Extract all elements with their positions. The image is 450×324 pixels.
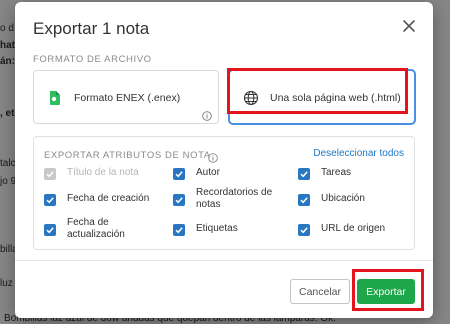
checkbox[interactable] — [298, 168, 310, 180]
format-option-html[interactable]: Una sola página web (.html) — [229, 70, 415, 124]
checkbox-label: URL de origen — [321, 223, 386, 234]
close-icon[interactable] — [399, 16, 419, 36]
attr-tasks[interactable]: Tareas — [298, 167, 351, 180]
attr-reminders[interactable]: Recordatorios de notas — [173, 187, 272, 211]
deselect-all-link[interactable]: Deseleccionar todos — [313, 148, 404, 159]
info-icon[interactable] — [202, 108, 212, 121]
checkbox-label: Fecha de creación — [67, 193, 150, 204]
attr-note-title: Título de la nota — [44, 167, 139, 180]
checkbox-label: Recordatorios de notas — [196, 187, 273, 210]
checkbox[interactable] — [298, 224, 310, 236]
file-format-section-label: FORMATO DE ARCHIVO — [33, 54, 152, 65]
note-attributes-panel: EXPORTAR ATRIBUTOS DE NOTA Deseleccionar… — [33, 136, 415, 250]
info-icon[interactable] — [208, 150, 218, 163]
checkbox[interactable] — [173, 194, 185, 206]
checkbox — [44, 168, 56, 180]
attr-location[interactable]: Ubicación — [298, 193, 365, 206]
attributes-section-label: EXPORTAR ATRIBUTOS DE NOTA — [44, 150, 211, 161]
checkbox[interactable] — [173, 168, 185, 180]
attr-tags[interactable]: Etiquetas — [173, 223, 238, 236]
attr-created-date[interactable]: Fecha de creación — [44, 193, 149, 206]
format-option-label: Una sola página web (.html) — [270, 92, 401, 104]
format-option-enex[interactable]: Formato ENEX (.enex) — [33, 70, 219, 124]
export-button[interactable]: Exportar — [357, 279, 415, 304]
attr-source-url[interactable]: URL de origen — [298, 223, 385, 236]
footer-divider — [15, 260, 433, 261]
globe-icon — [242, 89, 260, 107]
cancel-button[interactable]: Cancelar — [290, 279, 350, 304]
checkbox[interactable] — [173, 224, 185, 236]
export-note-dialog: Exportar 1 nota FORMATO DE ARCHIVO Forma… — [15, 2, 433, 318]
checkbox-label: Fecha de actualización — [67, 217, 125, 240]
checkbox[interactable] — [44, 224, 56, 236]
checkbox-label: Título de la nota — [67, 167, 139, 178]
checkbox[interactable] — [44, 194, 56, 206]
attr-updated-date[interactable]: Fecha de actualización — [44, 217, 125, 241]
attr-author[interactable]: Autor — [173, 167, 220, 180]
dialog-title: Exportar 1 nota — [33, 19, 150, 38]
checkbox-label: Tareas — [321, 167, 352, 178]
evernote-elephant-icon — [46, 89, 64, 107]
checkbox[interactable] — [298, 194, 310, 206]
checkbox-label: Etiquetas — [196, 223, 238, 234]
format-option-label: Formato ENEX (.enex) — [74, 92, 181, 104]
checkbox-label: Autor — [196, 167, 220, 178]
checkbox-label: Ubicación — [321, 193, 365, 204]
